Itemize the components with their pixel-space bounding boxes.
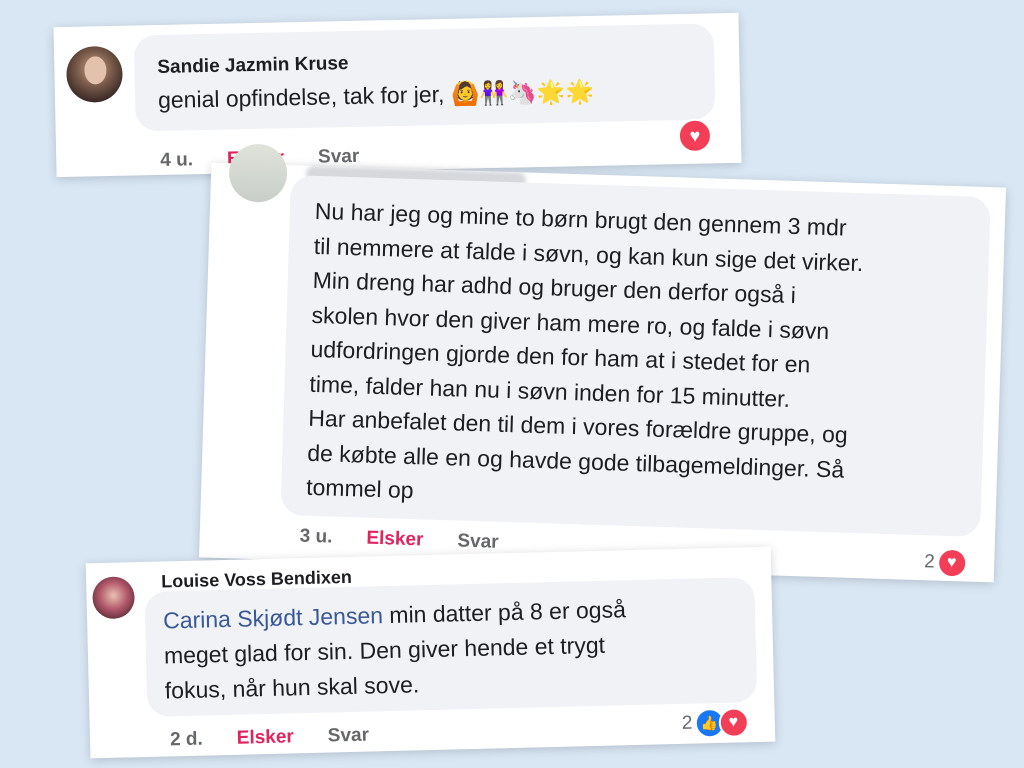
comment-card-1: Sandie Jazmin Kruse genial opfindelse, t… xyxy=(53,12,742,178)
comment-text: genial opfindelse, tak for jer, 🙆👭🦄🌟🌟 xyxy=(158,78,594,114)
reaction-summary[interactable]: 2 👍 ♥ xyxy=(681,707,749,739)
comment-time[interactable]: 3 u. xyxy=(299,526,332,549)
heart-icon: ♥ xyxy=(936,547,968,579)
comment-author[interactable]: Sandie Jazmin Kruse xyxy=(157,53,349,79)
comment-card-2: Nu har jeg og mine to børn brugt den gen… xyxy=(198,143,1007,583)
comment-actions: 3 u. Elsker Svar xyxy=(299,526,499,554)
avatar-face xyxy=(84,56,107,85)
reaction-summary[interactable]: 2 ♥ xyxy=(923,547,968,579)
reply-button[interactable]: Svar xyxy=(328,725,370,748)
reaction-count: 2 xyxy=(681,712,693,734)
comment-line: min datter på 8 er også xyxy=(389,596,627,628)
comment-bubble: Sandie Jazmin Kruse genial opfindelse, t… xyxy=(133,23,716,132)
avatar[interactable] xyxy=(65,45,124,103)
avatar[interactable] xyxy=(228,143,288,203)
avatar[interactable] xyxy=(92,576,136,620)
comment-bubble: Carina Skjødt Jensen min datter på 8 er … xyxy=(144,577,758,717)
heart-icon: ♥ xyxy=(718,707,749,738)
emoji-sequence: 🙆👭🦄🌟🌟 xyxy=(450,78,595,108)
mention-link[interactable]: Carina Skjødt Jensen xyxy=(163,602,383,633)
love-button[interactable]: Elsker xyxy=(366,528,424,552)
comment-text-body: genial opfindelse, tak for jer, xyxy=(157,81,445,114)
heart-icon: ♥ xyxy=(677,118,713,154)
comment-card-3: Louise Voss Bendixen Carina Skjødt Jense… xyxy=(85,546,776,759)
comment-time[interactable]: 2 d. xyxy=(170,729,203,752)
comment-actions: 2 d. Elsker Svar xyxy=(170,725,369,752)
love-button[interactable]: Elsker xyxy=(237,726,295,749)
reaction-summary[interactable]: ♥ xyxy=(677,118,713,154)
comment-time[interactable]: 4 u. xyxy=(160,149,193,172)
comment-text: Carina Skjødt Jensen min datter på 8 er … xyxy=(163,592,628,708)
reaction-count: 2 xyxy=(923,551,936,573)
comment-text: Nu har jeg og mine to børn brugt den gen… xyxy=(306,194,865,522)
comment-bubble: Nu har jeg og mine to børn brugt den gen… xyxy=(280,175,991,537)
reply-button[interactable]: Svar xyxy=(457,531,499,554)
